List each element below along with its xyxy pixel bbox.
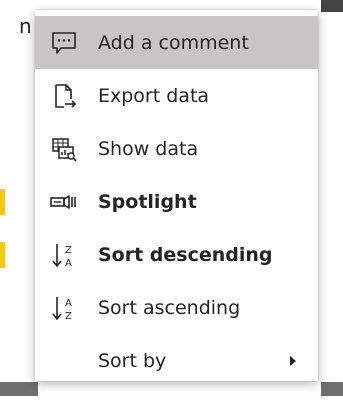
export-icon	[49, 81, 79, 111]
spotlight-icon	[49, 187, 79, 217]
svg-text:Z: Z	[65, 311, 72, 322]
menu-item-label: Sort descending	[98, 243, 273, 266]
active-indicator	[0, 242, 5, 268]
sort-ascending-icon: A Z	[49, 293, 79, 323]
background-scrollbar-left	[0, 382, 38, 396]
menu-item-label: Sort by	[98, 349, 167, 372]
menu-item-spotlight[interactable]: Spotlight	[0, 175, 318, 228]
menu-item-sort-descending[interactable]: Z A Sort descending	[0, 228, 318, 281]
sort-descending-icon: Z A	[49, 240, 79, 270]
show-data-icon	[49, 134, 79, 164]
menu-item-label: Add a comment	[98, 31, 249, 54]
menu-item-export-data[interactable]: Export data	[35, 69, 318, 122]
chevron-right-icon	[290, 356, 296, 366]
comment-icon	[49, 28, 79, 58]
menu-item-add-comment[interactable]: Add a comment	[35, 16, 318, 69]
svg-text:A: A	[65, 298, 72, 309]
svg-text:Z: Z	[65, 245, 72, 256]
background-edge	[321, 0, 343, 12]
menu-item-label: Spotlight	[98, 190, 197, 213]
menu-item-show-data[interactable]: Show data	[35, 122, 318, 175]
context-menu: Add a comment Export data Show data Spot…	[0, 10, 318, 381]
active-indicator	[0, 189, 5, 215]
menu-item-label: Export data	[98, 84, 210, 107]
background-partial-text: n	[19, 14, 32, 38]
svg-text:A: A	[65, 258, 72, 269]
menu-item-sort-by[interactable]: Sort by	[35, 334, 318, 387]
menu-item-sort-ascending[interactable]: A Z Sort ascending	[35, 281, 318, 334]
menu-item-label: Show data	[98, 137, 199, 160]
menu-item-label: Sort ascending	[98, 296, 241, 319]
background-scrollbar-right	[321, 382, 343, 396]
